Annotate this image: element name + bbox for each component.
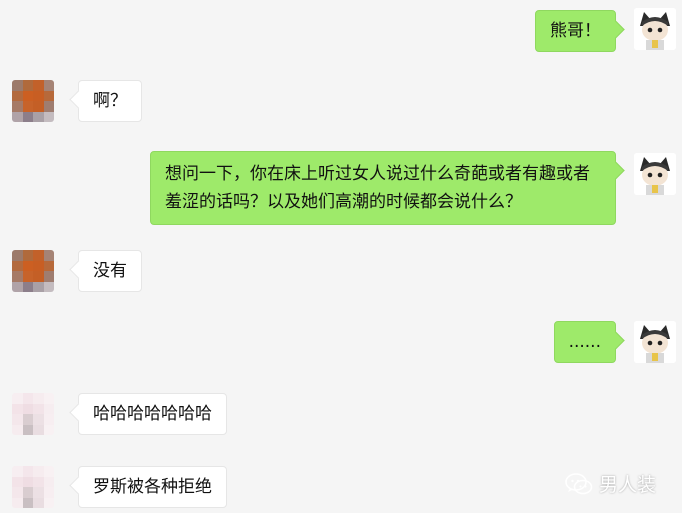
pixelated-avatar-icon	[12, 80, 54, 122]
watermark: 男人装	[565, 470, 656, 497]
avatar[interactable]	[12, 250, 54, 292]
wechat-icon	[565, 472, 593, 494]
avatar[interactable]	[12, 80, 54, 122]
avatar[interactable]	[12, 466, 54, 508]
avatar[interactable]	[634, 8, 676, 50]
chat-window: 熊哥！ 啊？ 想问一下，你在床上听过女人说过什么奇葩或者有趣或者羞涩的话吗？以及…	[0, 0, 682, 513]
chat-bubble-incoming[interactable]: 没有	[78, 250, 142, 292]
chat-bubble-outgoing[interactable]: ......	[553, 321, 616, 363]
pixelated-avatar-icon	[12, 250, 54, 292]
chat-bubble-incoming[interactable]: 啊？	[78, 80, 142, 122]
avatar[interactable]	[634, 321, 676, 363]
avatar[interactable]	[634, 153, 676, 195]
chat-bubble-incoming[interactable]: 哈哈哈哈哈哈哈	[78, 393, 227, 435]
watermark-text: 男人装	[598, 474, 656, 496]
cartoon-avatar-icon	[634, 153, 676, 195]
avatar[interactable]	[12, 393, 54, 435]
pixelated-avatar-icon	[12, 466, 54, 508]
cartoon-avatar-icon	[634, 8, 676, 50]
cartoon-avatar-icon	[634, 321, 676, 363]
pixelated-avatar-icon	[12, 393, 54, 435]
chat-bubble-outgoing[interactable]: 想问一下，你在床上听过女人说过什么奇葩或者有趣或者羞涩的话吗？以及她们高潮的时候…	[150, 151, 616, 225]
chat-bubble-outgoing[interactable]: 熊哥！	[535, 10, 616, 52]
chat-bubble-incoming[interactable]: 罗斯被各种拒绝	[78, 466, 227, 508]
